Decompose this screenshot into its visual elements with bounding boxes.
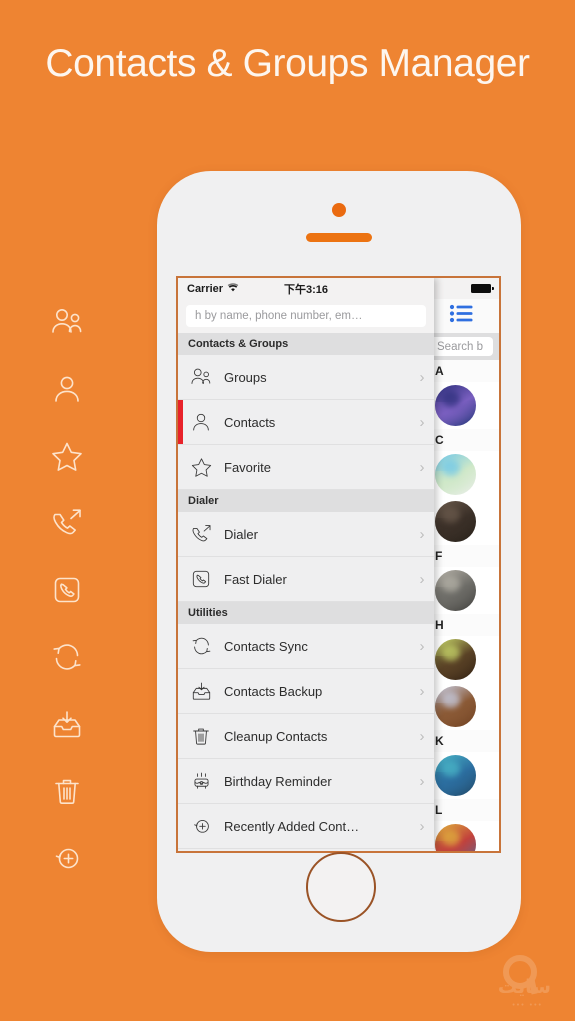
status-time: 下午3:16 <box>283 283 329 296</box>
battery-icon <box>471 284 494 293</box>
watermark-text: سایت <box>497 977 551 998</box>
contacts-section-letter: F <box>424 545 499 567</box>
backup-inbox-icon <box>44 690 90 757</box>
menu-section-header: Dialer <box>178 490 434 512</box>
menu-item-fast-dialer[interactable]: Fast Dialer › <box>178 557 434 602</box>
menu-item-recently-added-cont[interactable]: Recently Added Cont… › <box>178 804 434 849</box>
avatar <box>435 570 476 611</box>
contacts-search-bar: Search b <box>424 333 499 360</box>
menu-item-label: Birthday Reminder <box>224 773 332 789</box>
menu-pane: Carrier 下午3:16 h by name, phone number, … <box>178 278 434 851</box>
decorative-icon-rail <box>44 288 90 891</box>
contacts-section-letter: A <box>424 360 499 382</box>
groups-icon <box>44 288 90 355</box>
avatar <box>435 755 476 796</box>
phone-square-icon <box>178 569 224 589</box>
sync-icon <box>44 623 90 690</box>
avatar <box>435 385 476 426</box>
iphone-mockup: Search b A C F H K L Carrier 下午3:16 h by name… <box>157 171 521 952</box>
avatar <box>435 824 476 851</box>
chevron-right-icon: › <box>419 727 425 745</box>
front-camera <box>332 203 346 217</box>
contact-list-item[interactable] <box>424 498 499 545</box>
contact-list-item[interactable] <box>424 567 499 614</box>
contacts-search-input[interactable]: Search b <box>430 337 493 356</box>
list-icon[interactable] <box>449 304 475 328</box>
menu-item-label: Cleanup Contacts <box>224 728 328 744</box>
phone-square-icon <box>44 556 90 623</box>
person-icon <box>44 355 90 422</box>
outgoing-call-icon <box>178 524 224 544</box>
menu-item-favorite[interactable]: Favorite › <box>178 445 434 490</box>
contacts-section-letter: C <box>424 429 499 451</box>
sync-icon <box>178 636 224 656</box>
menu-section-header: Contacts & Groups <box>178 333 434 355</box>
search-input[interactable]: h by name, phone number, em… <box>186 305 426 327</box>
menu-item-label: Dialer <box>224 526 258 542</box>
trash-icon <box>44 757 90 824</box>
menu-search-bar: h by name, phone number, em… <box>178 299 434 333</box>
star-icon <box>44 422 90 489</box>
menu-item-contacts-backup[interactable]: Contacts Backup › <box>178 669 434 714</box>
groups-icon <box>178 367 224 387</box>
chevron-right-icon: › <box>419 368 425 386</box>
backup-inbox-icon <box>178 681 224 701</box>
chevron-right-icon: › <box>419 637 425 655</box>
contacts-section-letter: K <box>424 730 499 752</box>
star-icon <box>178 457 224 477</box>
watermark-subtext: ••• ••• <box>512 1002 543 1009</box>
avatar <box>435 639 476 680</box>
menu-item-label: Groups <box>224 369 267 385</box>
add-circle-icon <box>178 816 224 836</box>
chevron-right-icon: › <box>419 458 425 476</box>
contact-list-item[interactable] <box>424 451 499 498</box>
menu-item-birthday-reminder[interactable]: Birthday Reminder › <box>178 759 434 804</box>
avatar <box>435 686 476 727</box>
contacts-navbar <box>424 299 499 333</box>
page-title: Contacts & Groups Manager <box>45 42 530 85</box>
chevron-right-icon: › <box>419 772 425 790</box>
status-bar: Carrier 下午3:16 <box>178 278 434 299</box>
avatar <box>435 501 476 542</box>
outgoing-call-icon <box>44 489 90 556</box>
contacts-list-pane: Search b A C F H K L <box>424 278 499 851</box>
menu-item-label: Favorite <box>224 459 271 475</box>
menu-section-list: Contacts & Groups Groups › Contacts › Favorit… <box>178 333 434 849</box>
chevron-right-icon: › <box>419 525 425 543</box>
menu-item-contacts-sync[interactable]: Contacts Sync › <box>178 624 434 669</box>
person-icon <box>178 412 224 432</box>
contact-list-item[interactable] <box>424 821 499 851</box>
menu-item-groups[interactable]: Groups › <box>178 355 434 400</box>
contacts-section-letter: H <box>424 614 499 636</box>
earpiece-speaker <box>306 233 372 242</box>
menu-item-contacts[interactable]: Contacts › <box>178 400 434 445</box>
contacts-section-letter: L <box>424 799 499 821</box>
contact-list-item[interactable] <box>424 752 499 799</box>
birthday-cake-icon <box>178 771 224 791</box>
menu-item-label: Contacts Sync <box>224 638 308 654</box>
menu-item-label: Contacts Backup <box>224 683 323 699</box>
menu-section-header: Utilities <box>178 602 434 624</box>
contact-list-item[interactable] <box>424 382 499 429</box>
contacts-group-list: A C F H K L <box>424 360 499 851</box>
watermark-logo: سایت ••• ••• <box>417 955 567 1011</box>
chevron-right-icon: › <box>419 570 425 588</box>
phone-screen: Search b A C F H K L Carrier 下午3:16 h by name… <box>176 276 501 853</box>
menu-item-label: Contacts <box>224 414 276 430</box>
contact-list-item[interactable] <box>424 683 499 730</box>
menu-item-label: Fast Dialer <box>224 571 287 587</box>
menu-item-cleanup-contacts[interactable]: Cleanup Contacts › <box>178 714 434 759</box>
menu-item-dialer[interactable]: Dialer › <box>178 512 434 557</box>
contact-list-item[interactable] <box>424 636 499 683</box>
add-circle-icon <box>44 824 90 891</box>
menu-item-label: Recently Added Cont… <box>224 818 360 834</box>
trash-icon <box>178 726 224 746</box>
status-bar-right <box>424 278 499 299</box>
chevron-right-icon: › <box>419 682 425 700</box>
avatar <box>435 454 476 495</box>
selected-indicator <box>178 400 183 444</box>
chevron-right-icon: › <box>419 817 425 835</box>
home-button[interactable] <box>306 852 376 922</box>
chevron-right-icon: › <box>419 413 425 431</box>
